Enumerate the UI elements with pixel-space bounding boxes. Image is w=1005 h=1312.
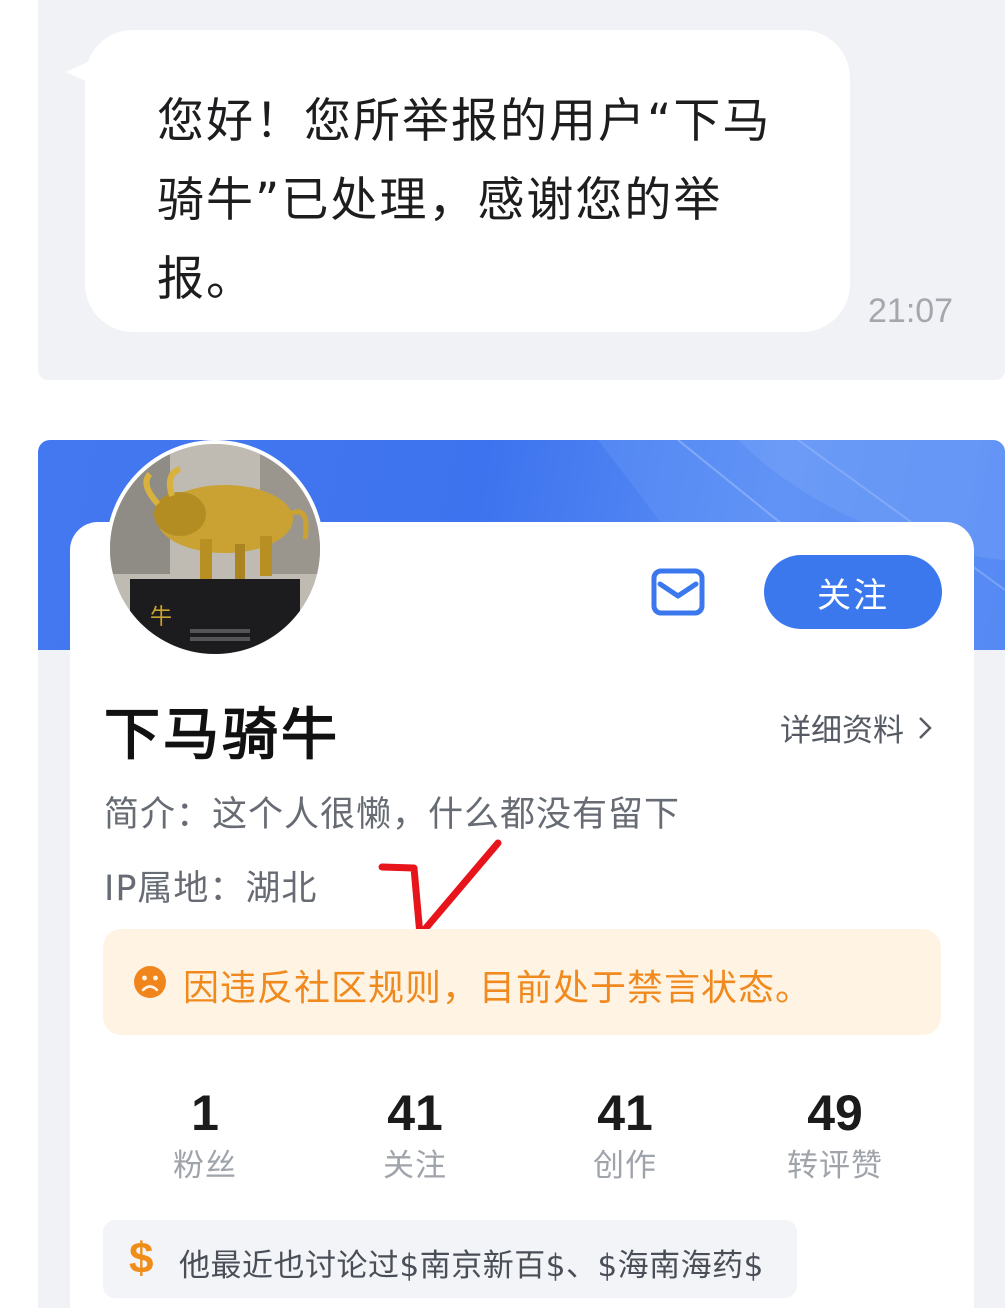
message-line: 报。	[157, 252, 255, 307]
stat-value: 41	[597, 1085, 653, 1141]
avatar[interactable]: 牛	[106, 440, 324, 658]
message-icon[interactable]	[650, 567, 706, 617]
profile-intro: 简介：这个人很懒，什么都没有留下	[104, 795, 681, 835]
stat-label: 转评赞	[787, 1148, 883, 1184]
message-line: 您好！您所举报的用户“下马	[157, 94, 772, 149]
stat-value: 1	[191, 1085, 219, 1141]
stat-label: 关注	[383, 1148, 447, 1184]
stat-label: 粉丝	[173, 1148, 237, 1184]
ban-notice-text: 因违反社区规则，目前处于禁言状态。	[183, 968, 813, 1009]
stat-followers[interactable]: 1 粉丝	[100, 1082, 310, 1188]
username: 下马骑牛	[104, 703, 340, 768]
stat-value: 49	[807, 1085, 863, 1141]
chevron-right-icon	[919, 716, 932, 739]
discussed-stocks[interactable]: $ 他最近也讨论过$南京新百$、$海南海药$	[103, 1220, 797, 1298]
profile-stats: 1 粉丝 41 关注 41 创作 49 转评赞	[100, 1082, 942, 1192]
detail-link-label: 详细资料	[780, 713, 904, 749]
dollar-icon: $	[129, 1234, 154, 1283]
message-line: 骑牛”已处理，感谢您的举	[157, 173, 723, 228]
discussed-stocks-text: 他最近也讨论过$南京新百$、$海南海药$	[179, 1248, 764, 1284]
stat-following[interactable]: 41 关注	[310, 1082, 520, 1188]
message-bubble[interactable]: 您好！您所举报的用户“下马 骑牛”已处理，感谢您的举 报。	[85, 30, 850, 332]
stat-interactions[interactable]: 49 转评赞	[730, 1082, 940, 1188]
stat-value: 41	[387, 1085, 443, 1141]
detail-link[interactable]: 详细资料	[780, 705, 932, 750]
ip-location: IP属地：湖北	[104, 869, 318, 909]
message-time: 21:07	[868, 292, 954, 330]
stat-posts[interactable]: 41 创作	[520, 1082, 730, 1188]
bull-statue-image: 牛	[110, 444, 320, 654]
sad-face-icon	[134, 966, 166, 998]
chat-area: 您好！您所举报的用户“下马 骑牛”已处理，感谢您的举 报。 21:07	[38, 0, 1005, 380]
message-text: 您好！您所举报的用户“下马 骑牛”已处理，感谢您的举 报。	[157, 82, 857, 319]
stat-label: 创作	[593, 1148, 657, 1184]
ban-notice: 因违反社区规则，目前处于禁言状态。	[103, 929, 941, 1035]
follow-button[interactable]: 关注	[764, 555, 942, 629]
svg-text:牛: 牛	[150, 605, 172, 630]
